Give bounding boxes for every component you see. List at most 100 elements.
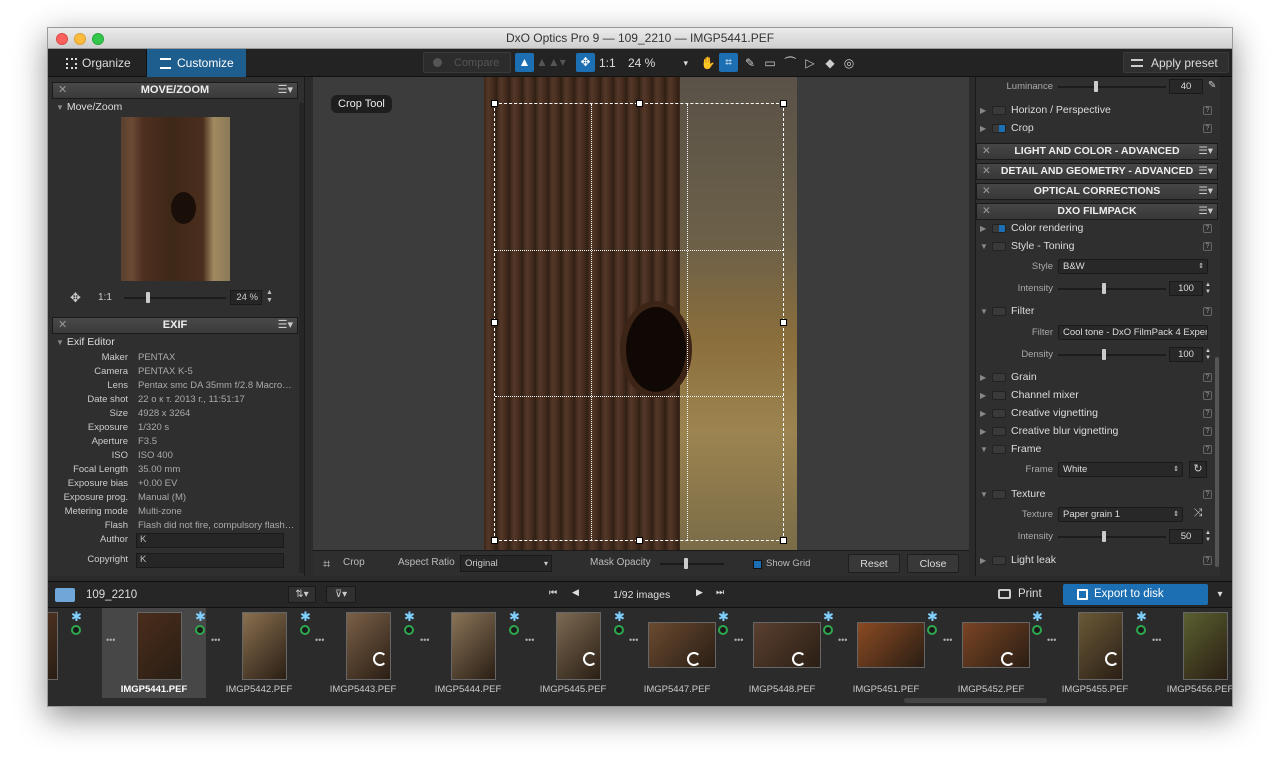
dxo-filmpack-header[interactable]: ✕ DXO FILMPACK ☰▾ (976, 203, 1218, 220)
luminance-slider[interactable] (1058, 86, 1166, 88)
enable-toggle[interactable] (992, 490, 1006, 499)
panel-menu-icon[interactable]: ☰▾ (278, 318, 293, 333)
next-image-button[interactable]: ▶ (696, 587, 703, 598)
panel-menu-icon[interactable]: ☰▾ (1198, 164, 1213, 179)
filmstrip-thumbnail[interactable]: ✱ ••• IMGP5442.PEF (207, 608, 311, 698)
compare-button[interactable]: Compare (423, 52, 511, 73)
split-view-button[interactable]: ▲▲▾ (536, 53, 566, 72)
close-panel-icon[interactable]: ✕ (58, 318, 67, 333)
filter-select[interactable]: Cool tone - DxO FilmPack 4 Expert (1058, 325, 1208, 340)
filmstrip-thumbnail[interactable]: ✱ ••• IMGP5445.PEF (521, 608, 625, 698)
first-image-button[interactable]: ⏮ (549, 587, 557, 598)
aspect-ratio-select[interactable]: Original ▾ (460, 555, 552, 572)
filmstrip-thumbnail[interactable]: ✱ ••• IMGP5451.PEF (834, 608, 938, 698)
help-icon[interactable]: ? (1203, 307, 1212, 316)
help-icon[interactable]: ? (1203, 124, 1212, 133)
texture-select[interactable]: Paper grain 1 ⇕ (1058, 507, 1183, 522)
close-panel-icon[interactable]: ✕ (982, 144, 991, 159)
move-tool-button[interactable]: ✥ (576, 53, 595, 72)
intensity-value[interactable]: 100 (1169, 281, 1203, 296)
detail-geometry-advanced-header[interactable]: ✕ DETAIL AND GEOMETRY - ADVANCED ☰▾ (976, 163, 1218, 180)
more-icon[interactable]: ••• (211, 636, 220, 645)
eraser-icon[interactable]: ◆ (821, 53, 839, 73)
target-icon[interactable]: ◎ (840, 53, 858, 73)
export-menu-button[interactable]: ▾ (1210, 584, 1230, 605)
filmstrip-thumbnail[interactable]: ✱•••IMGP5456.PEF (1148, 608, 1232, 698)
enable-toggle[interactable] (992, 556, 1006, 565)
navigator-preview[interactable] (121, 117, 230, 281)
filmstrip-thumbnail[interactable]: ✱ ••• IMGP5443.PEF (311, 608, 415, 698)
enable-toggle[interactable] (992, 242, 1006, 251)
perspective-icon[interactable]: ⏜ (781, 53, 799, 73)
reset-button[interactable]: Reset (848, 554, 900, 573)
help-icon[interactable]: ? (1203, 391, 1212, 400)
crop-handle[interactable] (780, 319, 787, 326)
exif-subheader[interactable]: ▼ Exif Editor (56, 336, 115, 348)
filmstrip-thumbnail[interactable]: ✱ ••• IMGP5441.PEF (102, 608, 206, 698)
creative-vignetting-row[interactable]: ▶ Creative vignetting? (976, 405, 1218, 422)
texture-row[interactable]: ▼ Texture? (976, 486, 1218, 503)
grain-row[interactable]: ▶ Grain? (976, 369, 1218, 386)
organize-tab[interactable]: Organize (48, 49, 147, 77)
creative-blur-vignetting-row[interactable]: ▶ Creative blur vignetting? (976, 423, 1218, 440)
luminance-value[interactable]: 40 (1169, 79, 1203, 94)
minimize-window-button[interactable] (74, 33, 86, 45)
navigator-one-to-one[interactable]: 1:1 (98, 292, 112, 303)
enable-toggle[interactable] (992, 307, 1006, 316)
eyedropper-icon[interactable]: ✎ (1208, 80, 1216, 91)
help-icon[interactable]: ? (1203, 427, 1212, 436)
close-button[interactable]: Close (907, 554, 959, 573)
color-rendering-row[interactable]: ▶ Color rendering? (976, 220, 1218, 237)
stepper-icon[interactable]: ▲ ▼ (1205, 530, 1211, 544)
filmstrip-thumbnail[interactable]: ✱ ••• IMGP5444.PEF (416, 608, 520, 698)
more-icon[interactable]: ••• (943, 636, 952, 645)
filmstrip-thumbnail[interactable]: ✱ ••• IMGP5452.PEF (939, 608, 1043, 698)
refresh-button[interactable]: ↻ (1189, 461, 1207, 478)
slider-knob[interactable] (146, 292, 150, 303)
single-view-button[interactable]: ▲ (515, 53, 534, 72)
help-icon[interactable]: ? (1203, 556, 1212, 565)
zoom-level-select[interactable]: 24 % ▾ (624, 53, 690, 73)
move-arrows-icon[interactable]: ✥ (70, 290, 81, 306)
crop-handle[interactable] (491, 100, 498, 107)
crop-overlay[interactable] (491, 100, 787, 544)
more-icon[interactable]: ••• (734, 636, 743, 645)
sort-button[interactable]: ⇅▾ (288, 586, 316, 603)
enable-toggle[interactable] (992, 373, 1006, 382)
mask-opacity-slider[interactable] (660, 558, 724, 569)
filmstrip-scrollbar[interactable] (904, 698, 1047, 703)
close-panel-icon[interactable]: ✕ (982, 164, 991, 179)
filmstrip-thumbnail[interactable]: ✱ ••• IMGP5455.PEF (1043, 608, 1147, 698)
close-panel-icon[interactable]: ✕ (58, 83, 67, 98)
more-icon[interactable]: ••• (1047, 636, 1056, 645)
enable-toggle[interactable] (992, 445, 1006, 454)
help-icon[interactable]: ? (1203, 373, 1212, 382)
style-select[interactable]: B&W ⇕ (1058, 259, 1208, 274)
export-button[interactable]: Export to disk (1063, 584, 1208, 605)
intensity-slider[interactable] (1058, 288, 1166, 290)
enable-toggle[interactable] (992, 391, 1006, 400)
help-icon[interactable]: ? (1203, 409, 1212, 418)
help-icon[interactable]: ? (1203, 242, 1212, 251)
crop-handle[interactable] (491, 319, 498, 326)
more-icon[interactable]: ••• (106, 636, 115, 645)
enable-toggle[interactable] (992, 106, 1006, 115)
shuffle-button[interactable]: ⤨ (1189, 506, 1207, 523)
zoom-window-button[interactable] (92, 33, 104, 45)
more-icon[interactable]: ••• (629, 636, 638, 645)
close-window-button[interactable] (56, 33, 68, 45)
panel-menu-icon[interactable]: ☰▾ (278, 83, 293, 98)
prev-image-button[interactable]: ◀ (572, 587, 579, 598)
slider-knob[interactable] (1094, 81, 1098, 92)
filmstrip-thumbnail[interactable]: ✱ ••• IMGP5447.PEF (625, 608, 729, 698)
filter-row[interactable]: ▼ Filter? (976, 303, 1218, 320)
image-viewer[interactable]: Crop Tool (313, 77, 969, 576)
density-slider[interactable] (1058, 354, 1166, 356)
help-icon[interactable]: ? (1203, 490, 1212, 499)
exif-copyright-field[interactable]: K (136, 553, 284, 568)
style-toning-row[interactable]: ▼ Style - Toning? (976, 238, 1218, 255)
close-panel-icon[interactable]: ✕ (982, 184, 991, 199)
light-color-advanced-header[interactable]: ✕ LIGHT AND COLOR - ADVANCED ☰▾ (976, 143, 1218, 160)
help-icon[interactable]: ? (1203, 224, 1212, 233)
help-icon[interactable]: ? (1203, 106, 1212, 115)
